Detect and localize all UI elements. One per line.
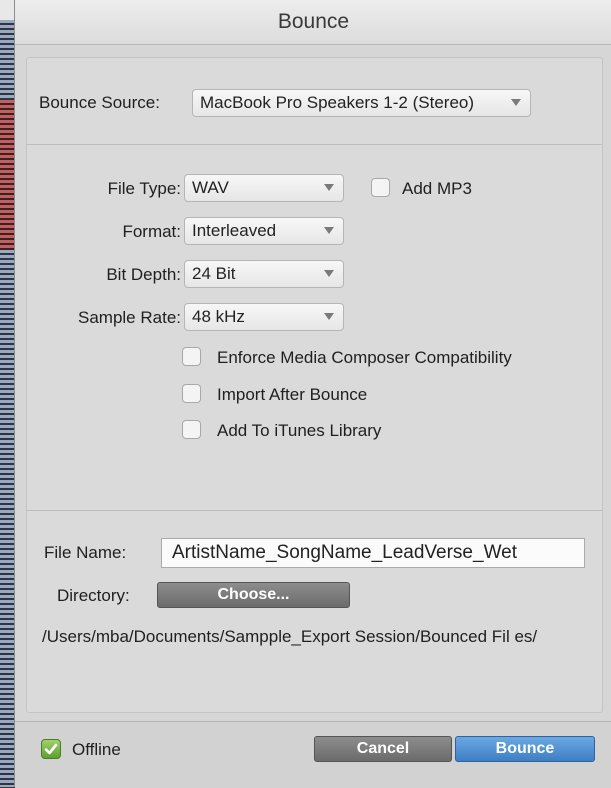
dialog-footer: Offline Cancel Bounce	[15, 721, 611, 788]
cancel-button[interactable]: Cancel	[314, 736, 452, 762]
chevron-down-icon	[511, 99, 521, 106]
chevron-down-icon	[324, 227, 334, 234]
format-value: Interleaved	[192, 221, 277, 240]
choose-button-label: Choose...	[217, 586, 290, 603]
format-label: Format:	[122, 222, 181, 241]
bit-depth-select[interactable]: 24 Bit	[184, 260, 344, 288]
bounce-button-label: Bounce	[495, 740, 555, 757]
bounce-dialog: Bounce Bounce Source: MacBook Pro Speake…	[14, 0, 611, 788]
bounce-source-value: MacBook Pro Speakers 1-2 (Stereo)	[200, 93, 475, 112]
import-after-bounce-label: Import After Bounce	[217, 385, 368, 404]
file-type-select[interactable]: WAV	[184, 174, 344, 202]
import-after-bounce-checkbox[interactable]	[182, 384, 201, 403]
enforce-media-composer-checkbox[interactable]	[182, 347, 201, 366]
file-type-value: WAV	[192, 178, 229, 197]
cancel-button-label: Cancel	[356, 740, 410, 757]
sample-rate-select[interactable]: 48 kHz	[184, 303, 344, 331]
bounce-button[interactable]: Bounce	[455, 736, 595, 762]
bounce-source-select[interactable]: MacBook Pro Speakers 1-2 (Stereo)	[192, 89, 531, 117]
add-mp3-label: Add MP3	[402, 179, 472, 198]
divider	[27, 144, 602, 145]
dialog-title: Bounce	[277, 10, 350, 33]
bounce-source-label: Bounce Source:	[39, 93, 160, 112]
sample-rate-label: Sample Rate:	[78, 308, 181, 327]
bit-depth-label: Bit Depth:	[106, 265, 181, 284]
chevron-down-icon	[324, 270, 334, 277]
offline-label: Offline	[72, 740, 121, 759]
add-mp3-checkbox[interactable]	[371, 178, 390, 197]
dialog-titlebar[interactable]: Bounce	[15, 0, 611, 45]
file-name-field[interactable]: ArtistName_SongName_LeadVerse_Wet	[161, 538, 585, 568]
add-to-itunes-label: Add To iTunes Library	[217, 421, 382, 440]
enforce-media-composer-label: Enforce Media Composer Compatibility	[217, 348, 512, 367]
format-select[interactable]: Interleaved	[184, 217, 344, 245]
background-strip-red-track	[0, 100, 14, 250]
checkmark-icon	[44, 743, 58, 755]
background-strip-top	[0, 0, 14, 20]
settings-panel: Bounce Source: MacBook Pro Speakers 1-2 …	[26, 57, 603, 713]
offline-checkbox[interactable]	[41, 739, 61, 759]
divider	[27, 510, 602, 511]
file-name-label: File Name:	[44, 543, 127, 562]
chevron-down-icon	[324, 313, 334, 320]
background-track-strip	[0, 0, 14, 787]
directory-path: /Users/mba/Documents/Sampple_Export Sess…	[42, 627, 538, 646]
file-type-label: File Type:	[107, 179, 181, 198]
sample-rate-value: 48 kHz	[192, 307, 245, 326]
add-to-itunes-checkbox[interactable]	[182, 420, 201, 439]
directory-label: Directory:	[57, 586, 130, 605]
choose-directory-button[interactable]: Choose...	[157, 582, 350, 608]
bit-depth-value: 24 Bit	[192, 264, 236, 283]
chevron-down-icon	[324, 184, 334, 191]
